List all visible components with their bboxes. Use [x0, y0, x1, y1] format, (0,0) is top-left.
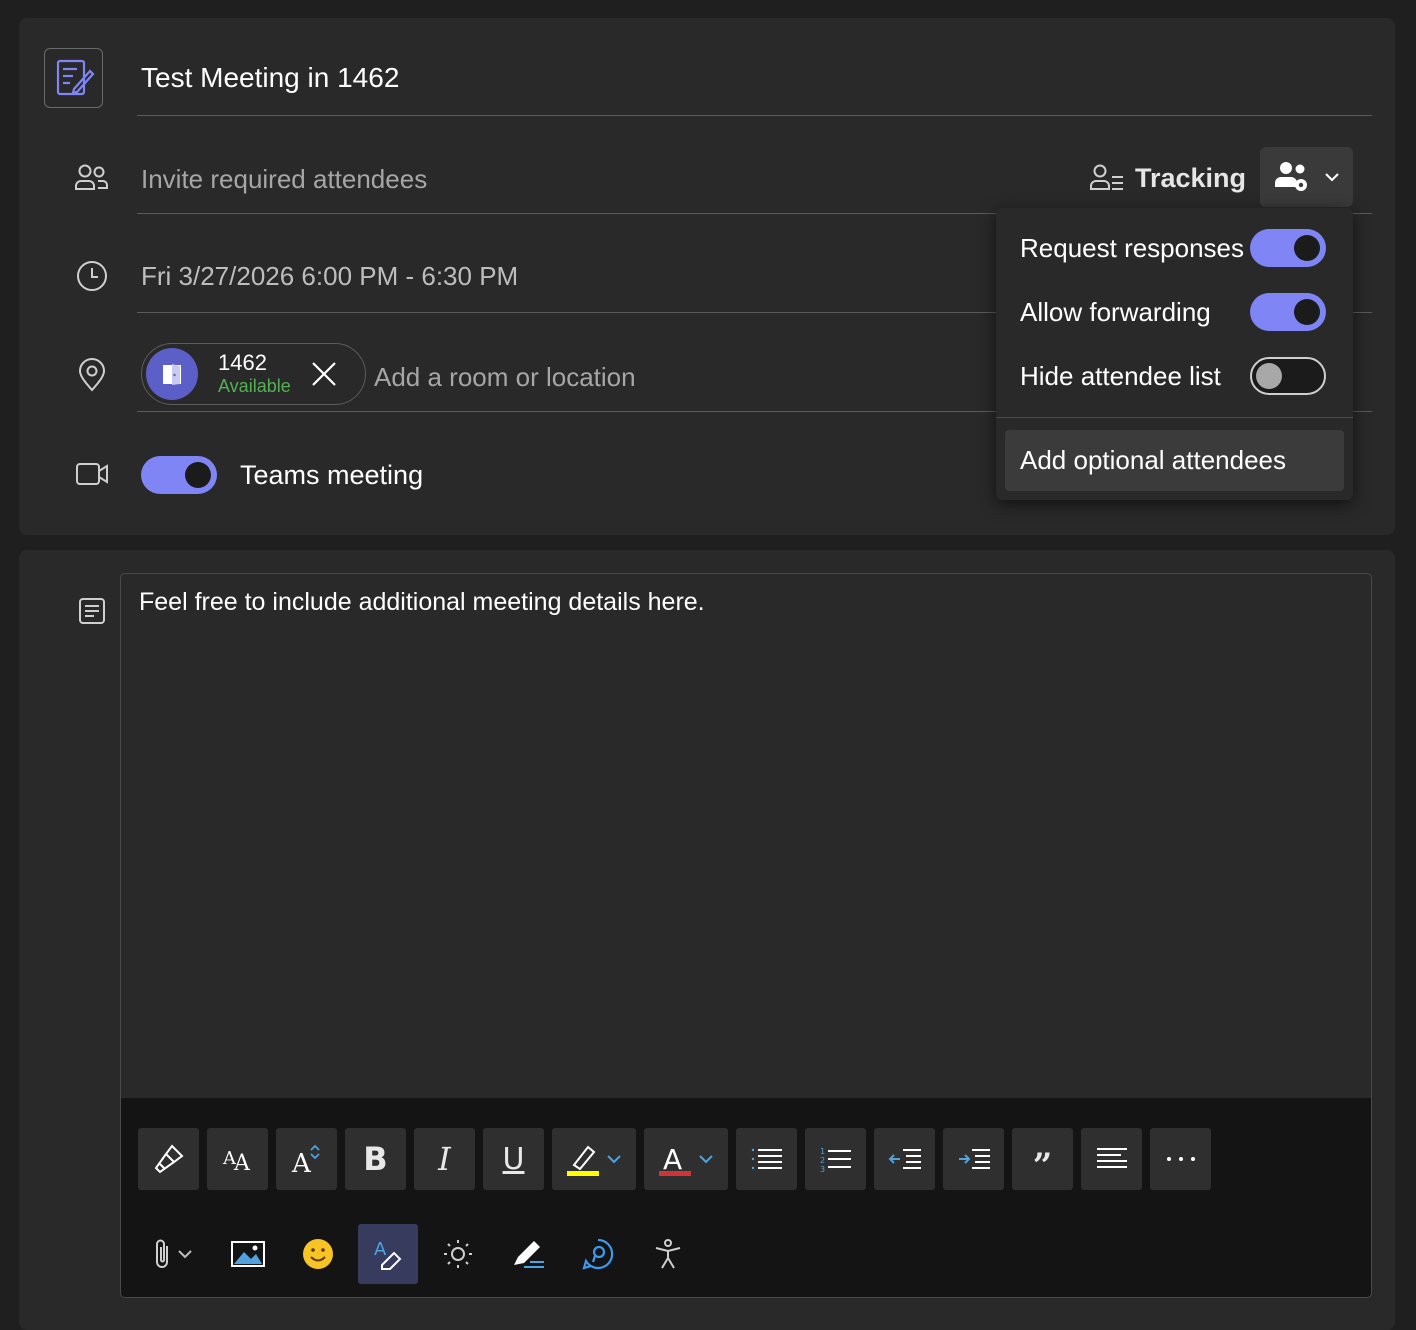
formatting-toolbar: A A A B I U A 1 2 3 ” A — [121, 1098, 1371, 1297]
menu-item-allow-forwarding[interactable]: Allow forwarding — [1020, 287, 1326, 337]
attendees-input[interactable]: Invite required attendees — [141, 164, 427, 195]
attach-icon — [156, 1239, 168, 1268]
svg-text:2: 2 — [820, 1156, 825, 1165]
clock-icon — [69, 253, 115, 299]
svg-text:1: 1 — [820, 1147, 825, 1156]
bullets-icon — [751, 1148, 782, 1170]
align-button[interactable] — [1081, 1128, 1142, 1190]
more-icon — [1166, 1157, 1195, 1161]
emoji-icon — [303, 1239, 333, 1269]
italic-icon: I — [438, 1140, 451, 1178]
event-form-icon — [44, 48, 103, 108]
room-status: Available — [218, 376, 291, 396]
chevron-down-icon — [178, 1250, 192, 1259]
allow-forwarding-toggle[interactable] — [1250, 293, 1326, 331]
title-underline — [137, 115, 1372, 116]
font-size-button[interactable]: A A — [207, 1128, 268, 1190]
font-color-button[interactable]: A — [644, 1128, 728, 1190]
brightness-icon — [444, 1240, 472, 1268]
tracking-button[interactable]: Tracking — [1089, 156, 1246, 200]
allow-forwarding-label: Allow forwarding — [1020, 296, 1211, 327]
remove-room-button[interactable] — [311, 361, 337, 387]
brightness-button[interactable] — [428, 1224, 488, 1284]
door-icon — [163, 364, 181, 385]
quote-button[interactable]: ” — [1012, 1128, 1073, 1190]
align-icon — [1096, 1148, 1127, 1168]
message-body-editor[interactable]: Feel free to include additional meeting … — [120, 573, 1372, 1298]
video-camera-icon — [69, 451, 115, 497]
event-body-card: Feel free to include additional meeting … — [19, 550, 1395, 1330]
location-input[interactable]: Add a room or location — [374, 362, 636, 393]
menu-item-request-responses[interactable]: Request responses — [1020, 223, 1326, 273]
teams-meeting-toggle[interactable] — [141, 456, 217, 494]
menu-item-hide-attendee-list[interactable]: Hide attendee list — [1020, 351, 1326, 401]
decrease-indent-button[interactable] — [874, 1128, 935, 1190]
loop-icon — [582, 1238, 614, 1270]
body-text[interactable]: Feel free to include additional meeting … — [139, 588, 705, 617]
grow-font-icon: A — [291, 1144, 320, 1176]
underline-icon: U — [502, 1141, 525, 1177]
numbering-icon: 1 2 3 — [820, 1147, 851, 1172]
hide-attendee-list-toggle[interactable] — [1250, 357, 1326, 395]
room-avatar — [146, 348, 198, 400]
underline-button[interactable]: U — [483, 1128, 544, 1190]
increase-indent-button[interactable] — [943, 1128, 1004, 1190]
svg-text:A: A — [291, 1149, 312, 1176]
format-painter-icon — [154, 1144, 184, 1174]
people-settings-icon — [1274, 162, 1307, 191]
grow-font-button[interactable]: A — [276, 1128, 337, 1190]
bold-button[interactable]: B — [345, 1128, 406, 1190]
format-painter-button[interactable] — [138, 1128, 199, 1190]
insert-picture-button[interactable] — [218, 1224, 278, 1284]
request-responses-label: Request responses — [1020, 232, 1245, 263]
notes-icon — [69, 588, 115, 634]
add-optional-attendees-button[interactable]: Add optional attendees — [1005, 430, 1344, 491]
highlight-icon — [567, 1145, 599, 1176]
hide-attendee-list-label: Hide attendee list — [1020, 360, 1221, 391]
draw-icon — [514, 1241, 544, 1268]
font-size-icon: A A — [222, 1148, 251, 1174]
chevron-down-icon — [699, 1155, 713, 1164]
tracking-label: Tracking — [1135, 162, 1247, 193]
increase-indent-icon — [958, 1149, 990, 1169]
people-icon — [69, 155, 115, 201]
teams-meeting-label: Teams meeting — [240, 460, 424, 490]
numbering-button[interactable]: 1 2 3 — [805, 1128, 866, 1190]
close-icon — [311, 362, 336, 386]
editor-icon: A — [374, 1239, 402, 1270]
loop-button[interactable] — [568, 1224, 628, 1284]
svg-text:A: A — [374, 1239, 387, 1260]
chevron-down-icon — [1324, 173, 1339, 182]
italic-button[interactable]: I — [414, 1128, 475, 1190]
location-pin-icon — [69, 352, 115, 398]
svg-text:3: 3 — [820, 1165, 825, 1172]
bullets-button[interactable] — [736, 1128, 797, 1190]
font-color-icon: A — [659, 1143, 691, 1176]
quote-icon: ” — [1032, 1146, 1053, 1186]
accessibility-button[interactable] — [638, 1224, 698, 1284]
bold-icon: B — [363, 1140, 388, 1178]
emoji-button[interactable] — [288, 1224, 348, 1284]
editor-button[interactable]: A — [358, 1224, 418, 1284]
attendee-options-menu: Request responses Allow forwarding Hide … — [996, 208, 1353, 500]
decrease-indent-icon — [888, 1149, 921, 1169]
highlight-button[interactable] — [552, 1128, 636, 1190]
chevron-down-icon — [607, 1155, 621, 1164]
room-chip[interactable]: 1462 Available — [141, 343, 366, 405]
accessibility-icon — [655, 1239, 681, 1269]
attach-button[interactable] — [138, 1224, 208, 1284]
draw-button[interactable] — [498, 1224, 558, 1284]
meeting-title-input[interactable]: Test Meeting in 1462 — [141, 62, 399, 94]
date-time-picker[interactable]: Fri 3/27/2026 6:00 PM - 6:30 PM — [141, 261, 518, 292]
picture-icon — [231, 1241, 265, 1267]
room-name: 1462 — [218, 350, 267, 375]
menu-divider — [996, 417, 1353, 418]
more-options-button[interactable] — [1150, 1128, 1211, 1190]
svg-text:A: A — [233, 1151, 251, 1174]
attendee-options-button[interactable] — [1260, 147, 1353, 207]
request-responses-toggle[interactable] — [1250, 229, 1326, 267]
tracking-icon — [1090, 164, 1123, 190]
